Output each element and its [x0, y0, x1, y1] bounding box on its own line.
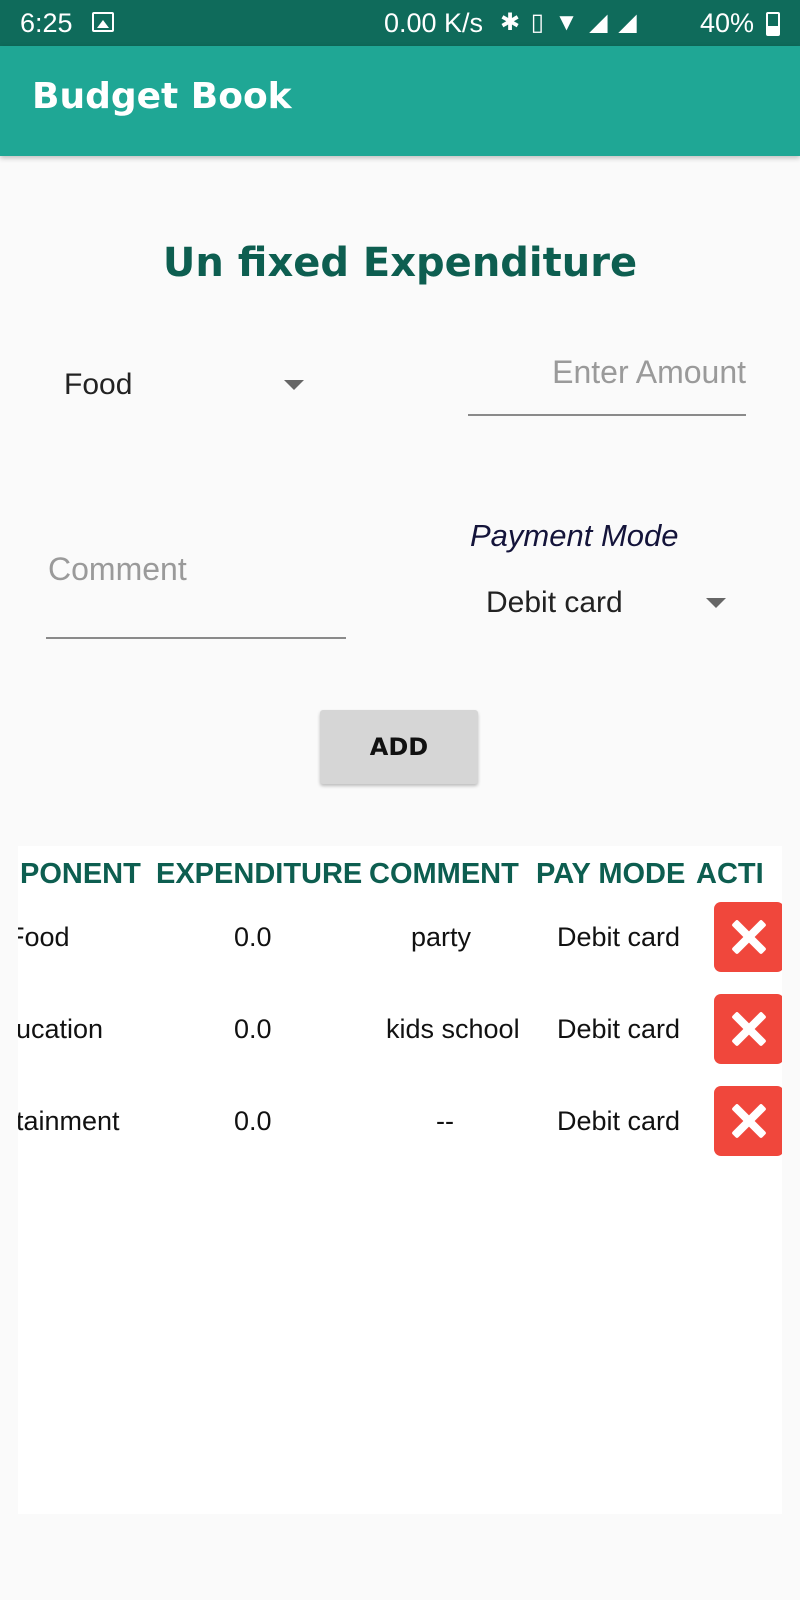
delete-row-button[interactable]	[714, 902, 782, 972]
battery-icon	[766, 12, 780, 36]
network-speed: 0.00 K/s	[384, 8, 484, 38]
row-comment: kids school	[386, 1014, 520, 1044]
vibrate-icon: ▯	[530, 9, 546, 36]
add-button[interactable]: ADD	[320, 710, 478, 784]
battery-percent: 40%	[700, 8, 755, 38]
row-expenditure: 0.0	[234, 1106, 272, 1136]
amount-input[interactable]	[468, 354, 746, 391]
dropdown-arrow-icon	[284, 380, 304, 390]
payment-mode-label: Payment Mode	[470, 518, 679, 553]
page-title: Un fixed Expenditure	[162, 240, 638, 286]
row-pay-mode: Debit card	[557, 1106, 681, 1136]
delete-row-button[interactable]	[714, 994, 782, 1064]
status-icons: ✱ ▯ ▼ ◢ ◢	[500, 8, 639, 37]
row-expenditure: 0.0	[234, 1014, 272, 1044]
row-comment: party	[411, 922, 472, 952]
status-bar: 6:25 0.00 K/s ✱ ▯ ▼ ◢ ◢ 40%	[0, 0, 800, 46]
row-pay-mode: Debit card	[557, 922, 681, 952]
header-comment: COMMENT	[369, 858, 519, 890]
image-notification-icon	[92, 12, 114, 32]
amount-field[interactable]	[468, 350, 746, 416]
dropdown-arrow-icon	[706, 598, 726, 608]
app-bar: Budget Book	[0, 46, 800, 156]
bluetooth-icon: ✱	[500, 9, 523, 36]
header-pay-mode: PAY MODE	[536, 858, 686, 890]
delete-row-button[interactable]	[714, 1086, 782, 1156]
category-selected: Food	[64, 368, 133, 401]
payment-mode-dropdown[interactable]: Debit card	[470, 580, 730, 628]
signal-icon: ◢	[589, 9, 610, 36]
row-pay-mode: Debit card	[557, 1014, 681, 1044]
status-time: 6:25	[20, 8, 73, 38]
payment-mode-selected: Debit card	[486, 586, 623, 619]
row-component: tainment	[18, 1106, 120, 1136]
row-expenditure: 0.0	[234, 922, 272, 952]
header-expenditure: EXPENDITURE	[156, 858, 363, 890]
comment-field[interactable]	[46, 545, 348, 639]
row-comment: --	[436, 1106, 454, 1136]
row-component: ucation	[18, 1014, 104, 1044]
row-component: Food	[18, 922, 70, 952]
signal-icon: ◢	[618, 9, 639, 36]
app-title: Budget Book	[32, 76, 292, 117]
expenditure-table[interactable]: PONENT EXPENDITURE COMMENT PAY MODE ACTI…	[18, 846, 782, 1514]
header-action: ACTI	[696, 858, 764, 890]
comment-input[interactable]	[48, 551, 348, 588]
header-component: PONENT	[20, 858, 141, 890]
category-dropdown[interactable]: Food	[48, 360, 308, 408]
wifi-icon: ▼	[554, 9, 581, 36]
